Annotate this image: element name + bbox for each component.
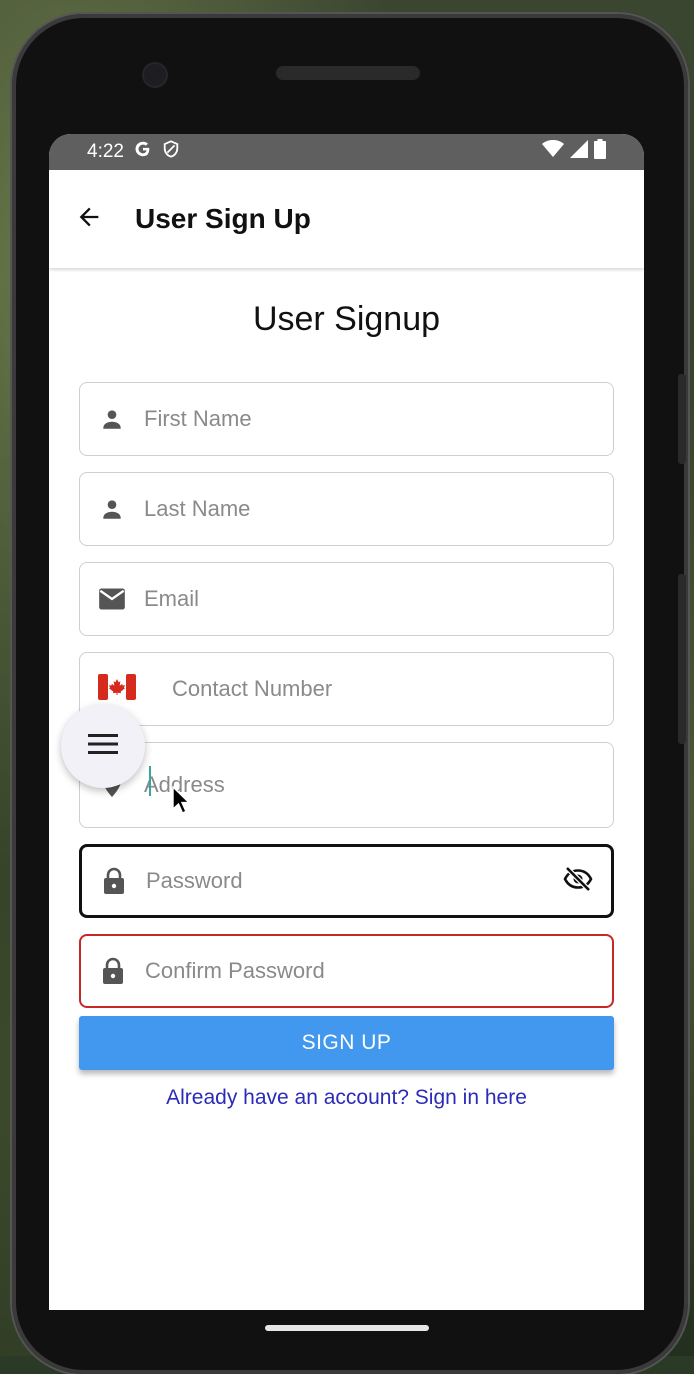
menu-fab-button[interactable] bbox=[61, 704, 145, 788]
shield-icon bbox=[162, 140, 180, 164]
eye-off-icon bbox=[563, 865, 593, 897]
status-bar: 4:22 bbox=[49, 134, 644, 170]
app-bar: User Sign Up bbox=[49, 170, 644, 268]
app-screen: 4:22 User Sign Up User Signup First Name… bbox=[49, 134, 644, 1310]
arrow-left-icon bbox=[75, 203, 103, 236]
home-indicator[interactable] bbox=[265, 1325, 429, 1331]
battery-icon bbox=[594, 139, 606, 165]
text-caret bbox=[149, 766, 151, 796]
toggle-password-visibility-button[interactable] bbox=[545, 847, 611, 915]
mouse-pointer-icon bbox=[172, 785, 192, 821]
page-title: User Signup bbox=[252, 300, 441, 338]
email-field[interactable] bbox=[79, 562, 614, 636]
back-button[interactable] bbox=[49, 189, 129, 249]
google-g-icon bbox=[134, 140, 152, 164]
password-input[interactable] bbox=[146, 847, 545, 915]
first-name-input[interactable] bbox=[144, 383, 613, 455]
address-field[interactable] bbox=[79, 742, 614, 828]
volume-button bbox=[678, 374, 686, 464]
first-name-field[interactable] bbox=[79, 382, 614, 456]
last-name-field[interactable] bbox=[79, 472, 614, 546]
sign-in-link[interactable]: Already have an account? Sign in here bbox=[49, 1086, 644, 1110]
country-code-selector[interactable] bbox=[80, 673, 172, 705]
password-field[interactable] bbox=[79, 844, 614, 918]
contact-number-input[interactable] bbox=[172, 653, 613, 725]
signal-icon bbox=[570, 140, 588, 164]
app-bar-title: User Sign Up bbox=[135, 203, 311, 234]
power-button bbox=[678, 574, 686, 744]
last-name-input[interactable] bbox=[144, 473, 613, 545]
earpiece-speaker bbox=[276, 66, 420, 80]
status-time: 4:22 bbox=[87, 141, 124, 162]
contact-number-field[interactable] bbox=[79, 652, 614, 726]
menu-icon bbox=[88, 733, 118, 760]
mail-icon bbox=[80, 587, 144, 611]
lock-icon bbox=[81, 957, 145, 985]
address-input[interactable] bbox=[144, 743, 613, 827]
person-icon bbox=[80, 496, 144, 522]
email-input[interactable] bbox=[144, 563, 613, 635]
confirm-password-field[interactable] bbox=[79, 934, 614, 1008]
lock-icon bbox=[82, 867, 146, 895]
front-camera bbox=[144, 64, 166, 86]
wifi-icon bbox=[542, 140, 564, 164]
confirm-password-input[interactable] bbox=[145, 936, 612, 1006]
sign-up-button[interactable]: SIGN UP bbox=[79, 1016, 614, 1070]
person-icon bbox=[80, 406, 144, 432]
canada-flag-icon bbox=[98, 673, 136, 705]
